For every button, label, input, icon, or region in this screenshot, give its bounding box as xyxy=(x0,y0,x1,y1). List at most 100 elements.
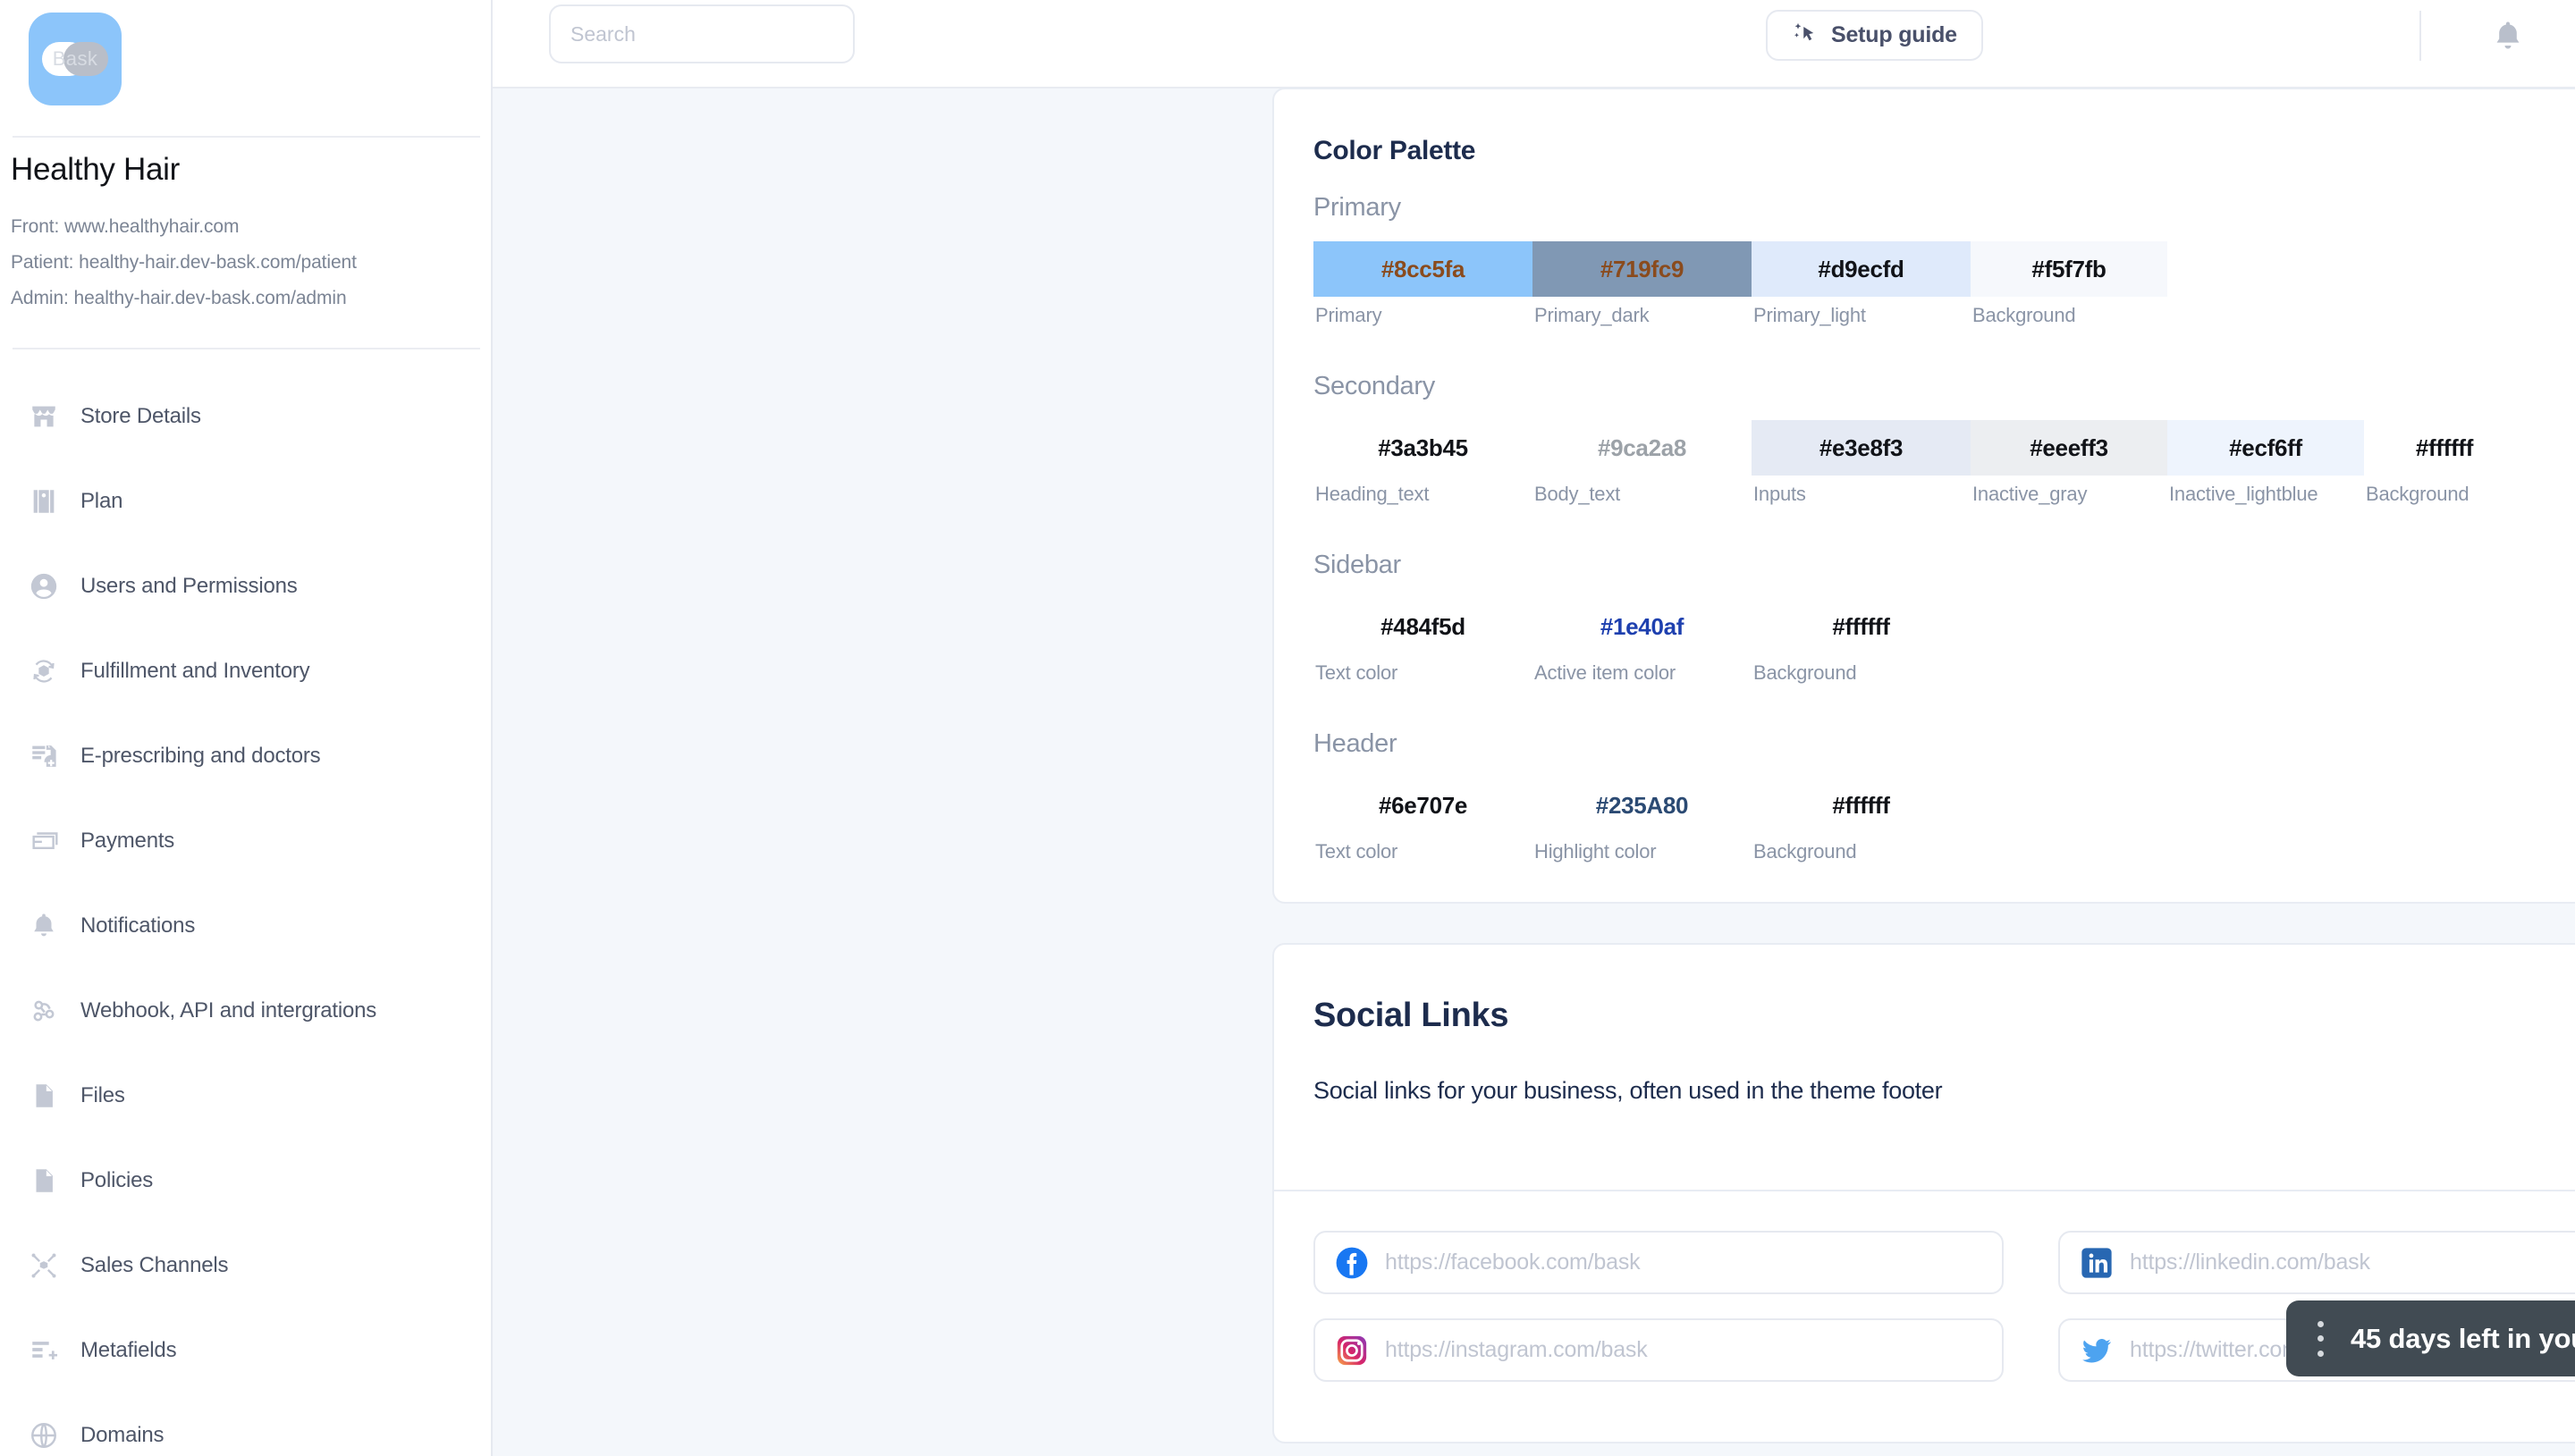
color-swatch[interactable]: #6e707e xyxy=(1313,778,1532,833)
box-refresh-icon xyxy=(29,656,59,686)
plan-card-icon xyxy=(29,486,59,517)
content-scroll-area[interactable]: Color Palette Primary #8cc5fa #719fc9 #d… xyxy=(493,88,2575,1456)
store-url-patient: Patient: healthy-hair.dev-bask.com/patie… xyxy=(11,252,357,273)
color-swatch[interactable]: #ecf6ff xyxy=(2167,420,2364,476)
sidebar-nav: Store Details Plan Users and Permissions… xyxy=(0,374,491,1456)
sidebar-item-notifications[interactable]: Notifications xyxy=(0,883,491,968)
social-links-description: Social links for your business, often us… xyxy=(1313,1077,1943,1104)
instagram-url-placeholder: https://instagram.com/bask xyxy=(1385,1337,1648,1362)
color-swatch-label: Background xyxy=(1753,840,1857,863)
trial-status-toast[interactable]: 45 days left in your trial xyxy=(2286,1300,2575,1376)
color-swatch-label: Text color xyxy=(1315,661,1398,684)
sidebar-item-users-and-permissions[interactable]: Users and Permissions xyxy=(0,543,491,628)
store-url-admin: Admin: healthy-hair.dev-bask.com/admin xyxy=(11,288,347,308)
channels-icon xyxy=(29,1250,59,1281)
sidebar-item-label: Files xyxy=(80,1082,125,1107)
urls-divider xyxy=(13,348,480,349)
color-swatch-label: Active item color xyxy=(1534,661,1676,684)
linkedin-url-input[interactable]: https://linkedin.com/bask xyxy=(2058,1231,2575,1294)
sidebar-item-label: Users and Permissions xyxy=(80,573,298,598)
sidebar-item-label: Sales Channels xyxy=(80,1252,229,1277)
color-swatch[interactable]: #e3e8f3 xyxy=(1752,420,1971,476)
search-input[interactable]: Search xyxy=(549,4,855,63)
social-links-title: Social Links xyxy=(1313,997,1509,1034)
sidebar-item-label: Payments xyxy=(80,828,175,853)
palette-swatch-row-sidebar: #484f5d #1e40af #ffffff xyxy=(1313,599,1971,654)
color-swatch-label: Primary_light xyxy=(1753,304,1866,326)
color-swatch-label: Inputs xyxy=(1753,483,1806,505)
header-separator-1 xyxy=(2419,11,2421,61)
sidebar-item-label: Store Details xyxy=(80,403,201,428)
brand-divider xyxy=(13,136,480,138)
prescription-add-icon xyxy=(29,741,59,771)
bell-icon xyxy=(29,911,59,941)
trial-status-message: 45 days left in your trial xyxy=(2351,1322,2575,1354)
color-swatch[interactable]: #ffffff xyxy=(2364,420,2525,476)
webhook-icon xyxy=(29,996,59,1026)
palette-label-row-primary: Primary Primary_dark Primary_light Backg… xyxy=(1313,304,2167,327)
color-swatch[interactable]: #235A80 xyxy=(1532,778,1752,833)
palette-swatch-row-primary: #8cc5fa #719fc9 #d9ecfd #f5f7fb xyxy=(1313,241,2167,297)
sidebar-item-store-details[interactable]: Store Details xyxy=(0,374,491,459)
sidebar-item-fulfillment-and-inventory[interactable]: Fulfillment and Inventory xyxy=(0,628,491,713)
file-icon xyxy=(29,1081,59,1111)
user-circle-icon xyxy=(29,571,59,602)
color-swatch[interactable]: #8cc5fa xyxy=(1313,241,1532,297)
search-placeholder: Search xyxy=(570,21,636,46)
sidebar-item-plan[interactable]: Plan xyxy=(0,459,491,543)
sidebar-item-label: Plan xyxy=(80,488,123,513)
color-swatch-label: Inactive_lightblue xyxy=(2169,483,2318,505)
sidebar-item-label: Domains xyxy=(80,1422,165,1447)
palette-label-row-sidebar: Text color Active item color Background xyxy=(1313,661,1971,685)
linkedin-icon xyxy=(2080,1246,2114,1280)
color-swatch-label: Primary xyxy=(1315,304,1382,326)
setup-guide-label: Setup guide xyxy=(1831,22,1957,47)
palette-group-title-header: Header xyxy=(1313,729,1397,758)
sidebar-item-label: E-prescribing and doctors xyxy=(80,743,321,768)
store-urls: Front: www.healthyhair.com Patient: heal… xyxy=(11,209,357,316)
palette-swatch-row-header: #6e707e #235A80 #ffffff xyxy=(1313,778,1971,833)
palette-label-row-secondary: Heading_text Body_text Inputs Inactive_g… xyxy=(1313,483,2525,506)
color-swatch-label: Highlight color xyxy=(1534,840,1657,863)
color-swatch[interactable]: #eeeff3 xyxy=(1971,420,2167,476)
color-swatch[interactable]: #f5f7fb xyxy=(1971,241,2167,297)
sidebar-item-domains[interactable]: Domains xyxy=(0,1393,491,1456)
color-swatch[interactable]: #484f5d xyxy=(1313,599,1532,654)
sidebar-item-payments[interactable]: Payments xyxy=(0,798,491,883)
notifications-bell-button[interactable] xyxy=(2488,16,2528,61)
facebook-url-input[interactable]: https://facebook.com/bask xyxy=(1313,1231,2004,1294)
app-root: Bask Healthy Hair Front: www.healthyhair… xyxy=(0,0,2575,1456)
brand-logo[interactable]: Bask xyxy=(29,13,122,105)
color-swatch-label: Inactive_gray xyxy=(1972,483,2088,505)
color-swatch[interactable]: #ffffff xyxy=(1752,778,1971,833)
color-swatch[interactable]: #1e40af xyxy=(1532,599,1752,654)
globe-icon xyxy=(29,1420,59,1451)
color-swatch-label: Background xyxy=(1753,661,1857,684)
sidebar-item-label: Metafields xyxy=(80,1337,177,1362)
drag-handle-icon[interactable] xyxy=(2317,1320,2324,1357)
palette-group-title-secondary: Secondary xyxy=(1313,372,1435,400)
color-swatch[interactable]: #3a3b45 xyxy=(1313,420,1532,476)
color-swatch[interactable]: #719fc9 xyxy=(1532,241,1752,297)
color-swatch[interactable]: #d9ecfd xyxy=(1752,241,1971,297)
sidebar-item-e-prescribing-and-doctors[interactable]: E-prescribing and doctors xyxy=(0,713,491,798)
sidebar-item-policies[interactable]: Policies xyxy=(0,1138,491,1223)
facebook-url-placeholder: https://facebook.com/bask xyxy=(1385,1250,1641,1275)
color-swatch-label: Background xyxy=(2366,483,2469,505)
instagram-url-input[interactable]: https://instagram.com/bask xyxy=(1313,1318,2004,1382)
sidebar: Bask Healthy Hair Front: www.healthyhair… xyxy=(0,0,493,1456)
bell-icon xyxy=(2489,18,2527,60)
color-swatch[interactable]: #9ca2a8 xyxy=(1532,420,1752,476)
palette-group-title-sidebar: Sidebar xyxy=(1313,551,1401,579)
color-palette-card: Color Palette Primary #8cc5fa #719fc9 #d… xyxy=(1272,88,2575,904)
sidebar-item-metafields[interactable]: Metafields xyxy=(0,1308,491,1393)
sidebar-item-webhook-api-and-integrations[interactable]: Webhook, API and intergrations xyxy=(0,968,491,1053)
sidebar-item-files[interactable]: Files xyxy=(0,1053,491,1138)
twitter-icon xyxy=(2080,1334,2114,1368)
color-swatch[interactable]: #ffffff xyxy=(1752,599,1971,654)
setup-guide-button[interactable]: Setup guide xyxy=(1766,10,1983,61)
facebook-icon xyxy=(1335,1246,1369,1280)
sidebar-item-label: Policies xyxy=(80,1167,154,1192)
sidebar-item-sales-channels[interactable]: Sales Channels xyxy=(0,1223,491,1308)
card-divider xyxy=(1274,1190,2575,1191)
